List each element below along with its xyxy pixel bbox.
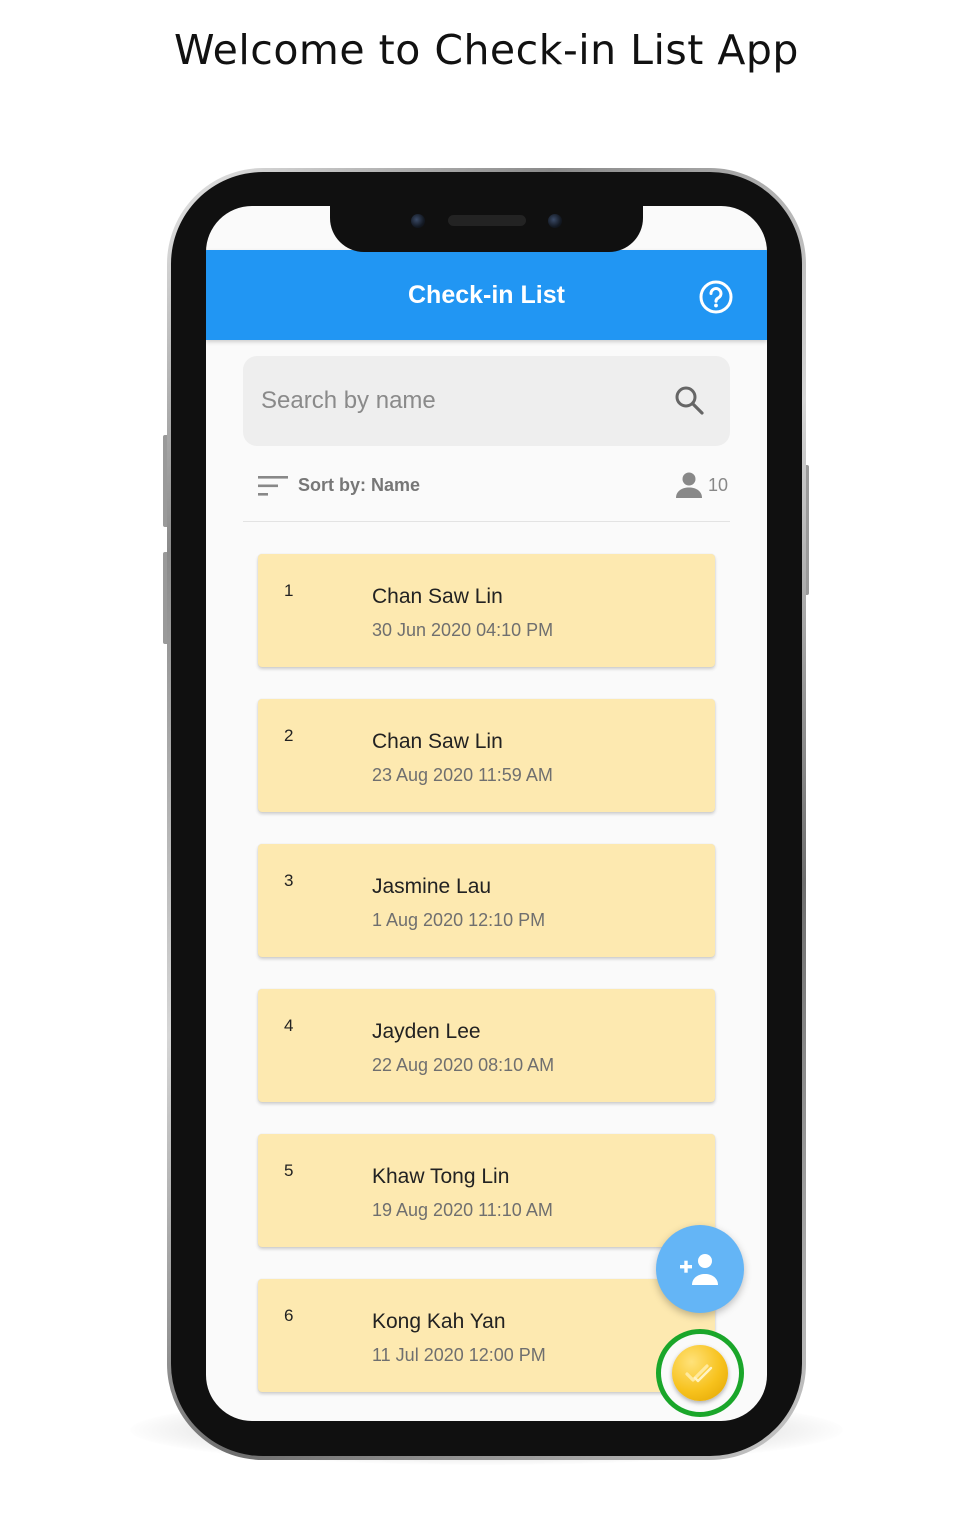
checkin-coin-button[interactable]: [656, 1329, 744, 1417]
checkin-card[interactable]: 1 Chan Saw Lin 30 Jun 2020 04:10 PM: [258, 554, 715, 667]
add-person-icon: [680, 1254, 718, 1285]
checkin-card[interactable]: 3 Jasmine Lau 1 Aug 2020 12:10 PM: [258, 844, 715, 957]
divider: [243, 521, 730, 522]
app-bar: Check-in List: [206, 250, 767, 340]
person-icon: [675, 471, 703, 499]
search-input[interactable]: [261, 380, 661, 422]
add-person-button[interactable]: [656, 1225, 744, 1313]
speaker-grille: [448, 215, 526, 226]
help-circle-icon[interactable]: [698, 279, 734, 315]
checkin-time: 11 Jul 2020 12:00 PM: [372, 1345, 546, 1365]
app-screen: Check-in List Sort by: Name: [206, 206, 767, 1421]
search-bar: [243, 356, 730, 446]
checkin-card[interactable]: 5 Khaw Tong Lin 19 Aug 2020 11:10 AM: [258, 1134, 715, 1247]
checkin-card[interactable]: 2 Chan Saw Lin 23 Aug 2020 11:59 AM: [258, 699, 715, 812]
checkin-name: Kong Kah Yan: [372, 1310, 506, 1333]
checkin-name: Khaw Tong Lin: [372, 1165, 510, 1188]
checkin-name: Chan Saw Lin: [372, 730, 503, 753]
checkin-card[interactable]: 6 Kong Kah Yan 11 Jul 2020 12:00 PM: [258, 1279, 715, 1392]
sort-button[interactable]: Sort by: Name: [298, 475, 420, 496]
app-title: Check-in List: [408, 281, 565, 309]
search-icon[interactable]: [673, 384, 707, 418]
checkin-time: 19 Aug 2020 11:10 AM: [372, 1200, 553, 1220]
camera-icon: [411, 214, 425, 228]
checkin-name: Chan Saw Lin: [372, 585, 503, 608]
sort-icon[interactable]: [258, 474, 288, 498]
coin-check-icon: [672, 1345, 728, 1401]
sensor-icon: [548, 214, 562, 228]
sort-bar: Sort by: Name 10: [243, 466, 730, 506]
checkin-index: 4: [284, 1016, 294, 1035]
checkin-count: 10: [708, 475, 729, 495]
checkin-name: Jasmine Lau: [372, 875, 492, 898]
checkin-time: 22 Aug 2020 08:10 AM: [372, 1055, 555, 1075]
checkin-index: 2: [284, 726, 294, 745]
checkin-name: Jayden Lee: [372, 1020, 481, 1043]
page-headline: Welcome to Check-in List App: [174, 26, 799, 74]
checkin-index: 5: [284, 1161, 294, 1180]
checkin-time: 1 Aug 2020 12:10 PM: [372, 910, 546, 930]
checkin-card[interactable]: 4 Jayden Lee 22 Aug 2020 08:10 AM: [258, 989, 715, 1102]
checkin-time: 23 Aug 2020 11:59 AM: [372, 765, 553, 785]
checkin-index: 3: [284, 871, 294, 890]
checkin-index: 1: [284, 581, 294, 600]
checkin-index: 6: [284, 1306, 294, 1325]
checkin-time: 30 Jun 2020 04:10 PM: [372, 620, 554, 640]
